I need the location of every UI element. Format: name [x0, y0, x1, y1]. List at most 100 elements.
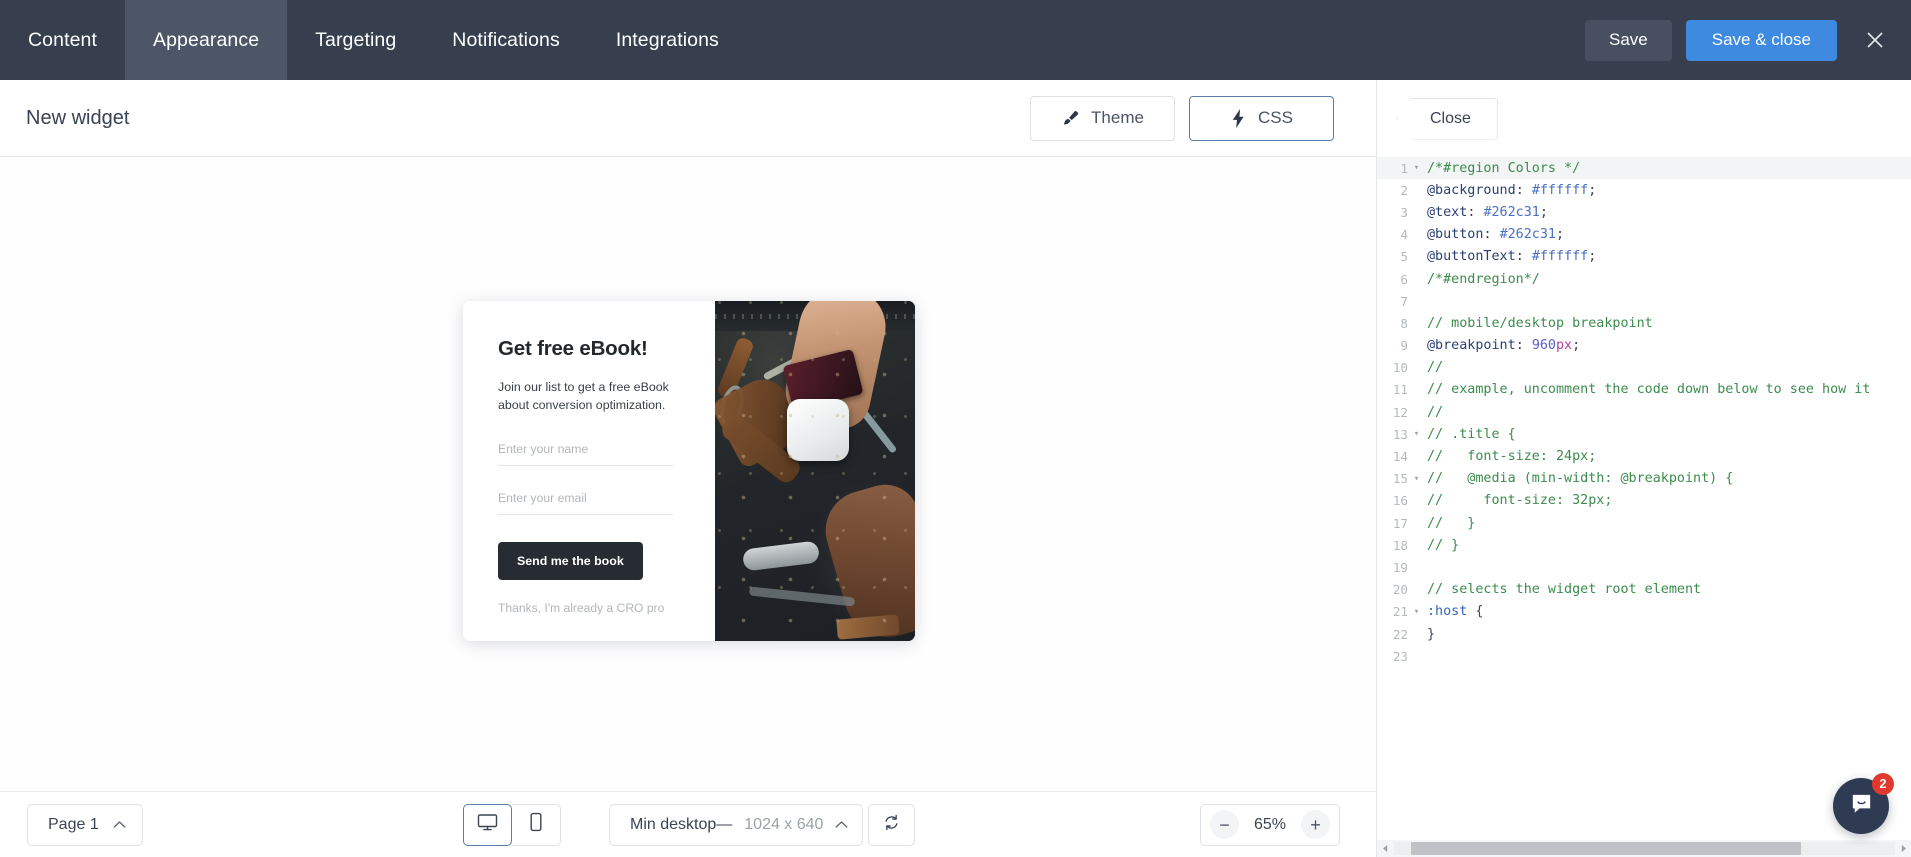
code-token: 960: [1531, 338, 1556, 354]
code-line[interactable]: 6 /*#endregion*/: [1377, 268, 1911, 290]
widget-submit-button[interactable]: Send me the book: [498, 541, 643, 580]
code-token: // .title {: [1427, 426, 1516, 442]
code-line[interactable]: 4 @button: #262c31;: [1377, 224, 1911, 246]
code-line-text: // mobile/desktop breakpoint: [1425, 316, 1653, 331]
code-token: @buttonText: [1427, 249, 1516, 265]
paintbrush-icon: [1061, 109, 1080, 128]
scrollbar-track[interactable]: [1394, 842, 1895, 855]
support-chat-button[interactable]: 2: [1833, 773, 1894, 834]
code-line[interactable]: 12 //: [1377, 401, 1911, 423]
code-line[interactable]: 17 // }: [1377, 512, 1911, 534]
code-line[interactable]: 2 @background: #ffffff;: [1377, 179, 1911, 201]
editor-subheader: New widget Theme CSS: [0, 80, 1376, 157]
code-line[interactable]: 10 //: [1377, 357, 1911, 379]
save-button[interactable]: Save: [1585, 19, 1672, 61]
tab-notifications[interactable]: Notifications: [424, 0, 588, 80]
save-and-close-button[interactable]: Save & close: [1685, 19, 1837, 61]
close-code-panel-button[interactable]: Close: [1397, 97, 1498, 140]
code-token: // }: [1427, 537, 1460, 553]
code-line-text: //: [1425, 405, 1443, 420]
code-line-text: // example, uncomment the code down belo…: [1425, 382, 1870, 397]
code-token: :: [1515, 249, 1532, 265]
code-fold-toggle-icon[interactable]: ▾: [1408, 474, 1425, 484]
code-line[interactable]: 21 ▾:host {: [1377, 601, 1911, 623]
code-line-text: }: [1425, 627, 1435, 642]
code-line-text: // }: [1425, 516, 1475, 531]
code-token: #262c31: [1483, 204, 1540, 220]
code-token: // @media (min-width: @breakpoint) {: [1427, 471, 1734, 487]
css-mode-button[interactable]: CSS: [1189, 95, 1334, 141]
code-line[interactable]: 5 @buttonText: #ffffff;: [1377, 246, 1911, 268]
code-line-text: //: [1425, 360, 1443, 375]
editor-horizontal-scrollbar[interactable]: [1377, 840, 1911, 857]
code-token: /*#endregion*/: [1427, 271, 1540, 287]
line-number: 7: [1400, 293, 1408, 309]
code-line[interactable]: 23: [1377, 645, 1911, 667]
top-header-bar: Content Appearance Targeting Notifications I…: [0, 0, 1911, 80]
code-token: // font-size: 24px;: [1427, 449, 1597, 465]
desktop-view-button[interactable]: [463, 803, 512, 846]
code-line-text: @button: #262c31;: [1425, 227, 1564, 242]
refresh-preview-button[interactable]: [868, 803, 915, 846]
lightning-bolt-icon: [1230, 108, 1247, 128]
tab-targeting[interactable]: Targeting: [287, 0, 424, 80]
tab-appearance[interactable]: Appearance: [125, 0, 288, 80]
close-icon[interactable]: [1857, 22, 1893, 58]
widget-subtext: Join our list to get a free eBook about …: [498, 380, 669, 412]
code-token: @background: [1427, 182, 1516, 198]
chevron-up-icon: [113, 816, 126, 834]
code-line[interactable]: 11 // example, uncomment the code down be…: [1377, 379, 1911, 401]
code-line[interactable]: 9 @breakpoint: 960px;: [1377, 335, 1911, 357]
code-line-text: // font-size: 24px;: [1425, 449, 1596, 464]
code-line-text: /*#endregion*/: [1425, 272, 1540, 287]
code-line-text: @text: #262c31;: [1425, 205, 1548, 220]
code-fold-toggle-icon[interactable]: ▾: [1408, 429, 1425, 439]
css-code-panel: Close 1 ▾/*#region Colors */2 @background:…: [1376, 80, 1911, 857]
code-line[interactable]: 22}: [1377, 623, 1911, 645]
tab-integrations[interactable]: Integrations: [588, 0, 747, 80]
code-line[interactable]: 1 ▾/*#region Colors */: [1377, 157, 1911, 180]
zoom-in-button[interactable]: +: [1301, 810, 1330, 839]
zoom-out-button[interactable]: −: [1210, 810, 1239, 839]
page-selector[interactable]: Page 1: [27, 803, 143, 846]
chevron-up-icon: [835, 816, 848, 834]
line-number: 18: [1392, 537, 1408, 553]
scroll-right-arrow-icon[interactable]: [1895, 840, 1911, 857]
scroll-left-arrow-icon[interactable]: [1377, 840, 1394, 857]
line-number: 5: [1400, 249, 1408, 265]
code-line-text: // }: [1425, 538, 1459, 553]
code-line-text: // selects the widget root element: [1425, 582, 1701, 597]
mobile-view-button[interactable]: [512, 803, 561, 846]
tab-content[interactable]: Content: [0, 0, 125, 80]
widget-email-input[interactable]: Enter your email: [498, 491, 673, 515]
code-line[interactable]: 20 // selects the widget root element: [1377, 579, 1911, 601]
widget-editor-app: Content Appearance Targeting Notifications I…: [0, 0, 1911, 857]
code-line[interactable]: 15 ▾// @media (min-width: @breakpoint) {: [1377, 468, 1911, 490]
line-number: 3: [1400, 204, 1408, 220]
css-mode-label: CSS: [1258, 108, 1293, 127]
code-line[interactable]: 18 // }: [1377, 534, 1911, 556]
code-token: ;: [1572, 338, 1581, 354]
line-number: 9: [1400, 338, 1408, 354]
theme-mode-button[interactable]: Theme: [1030, 95, 1175, 141]
code-fold-toggle-icon[interactable]: ▾: [1408, 607, 1425, 617]
code-token: #ffffff: [1531, 182, 1589, 198]
code-line[interactable]: 7: [1377, 290, 1911, 312]
widget-dismiss-link[interactable]: Thanks, I'm already a CRO pro: [498, 601, 687, 615]
code-line[interactable]: 13 ▾// .title {: [1377, 423, 1911, 445]
scrollbar-thumb[interactable]: [1411, 842, 1801, 855]
code-line[interactable]: 19: [1377, 556, 1911, 578]
zoom-control-group: − 65% +: [1200, 803, 1340, 846]
code-line[interactable]: 3 @text: #262c31;: [1377, 201, 1911, 223]
code-fold-toggle-icon[interactable]: ▾: [1408, 163, 1425, 173]
line-number: 11: [1392, 382, 1408, 398]
css-code-editor[interactable]: 1 ▾/*#region Colors */2 @background: #ffff…: [1377, 157, 1911, 840]
code-line[interactable]: 16 // font-size: 32px;: [1377, 490, 1911, 512]
code-line-text: :host {: [1425, 604, 1483, 619]
viewport-size-selector[interactable]: Min desktop— 1024 x 640: [609, 803, 864, 846]
code-line[interactable]: 14 // font-size: 24px;: [1377, 445, 1911, 467]
line-number: 16: [1392, 493, 1408, 509]
line-number: 23: [1392, 648, 1408, 664]
code-line[interactable]: 8 // mobile/desktop breakpoint: [1377, 312, 1911, 334]
widget-name-input[interactable]: Enter your name: [498, 442, 673, 466]
